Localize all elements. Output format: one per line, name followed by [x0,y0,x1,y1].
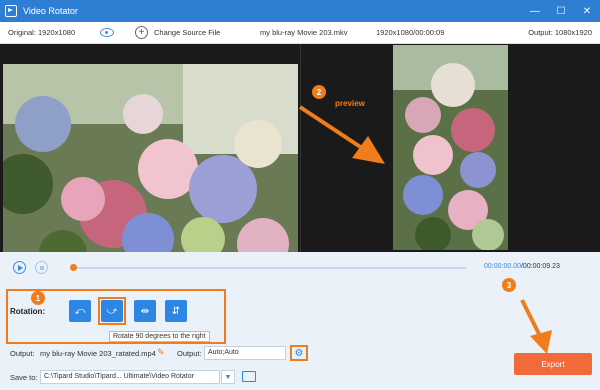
timecode: 00:00:00.00/00:00:09.23 [484,263,560,270]
output-format-select[interactable]: Auto;Auto [204,346,286,360]
chevron-down-icon[interactable]: ▼ [221,370,235,384]
flip-vertical-button[interactable]: ⇵ [165,300,187,322]
flip-horizontal-button[interactable]: ⇹ [134,300,156,322]
export-arrow [520,299,542,337]
preview-arrow-head [352,136,385,164]
step-badge-3: 3 [502,278,516,292]
preview-arrow [298,105,364,150]
current-time: 00:00:00.00 [484,263,521,270]
rotation-label: Rotation: [10,307,46,316]
play-icon[interactable] [13,261,26,274]
output-label: Output: [10,349,35,358]
output-file-name: my blu-ray Movie 203_ratated.mp4 [40,349,156,358]
total-time: /00:00:09.23 [520,263,560,270]
rotate-left-button[interactable]: ⤺ [69,300,91,322]
rotate-right-highlight [98,297,126,325]
output-format-label: Output: [177,349,202,358]
stop-icon[interactable] [35,261,48,274]
export-button[interactable]: Export [514,353,592,375]
edit-pencil-icon[interactable]: ✎ [157,347,165,358]
progress-track[interactable] [74,267,466,269]
preview-label: preview [335,99,365,108]
step-badge-2: 2 [312,85,326,99]
export-arrow-head [530,330,552,354]
save-to-label: Save to: [10,373,38,382]
progress-thumb[interactable] [70,264,77,271]
folder-icon[interactable] [242,371,256,382]
rotate-tooltip: Rotate 90 degrees to the right [109,331,210,342]
gear-icon[interactable]: ⚙ [290,345,308,361]
save-path-field[interactable]: C:\Tipard Studio\Tipard... Ultimate\Vide… [40,370,220,384]
step-badge-1: 1 [31,291,45,305]
